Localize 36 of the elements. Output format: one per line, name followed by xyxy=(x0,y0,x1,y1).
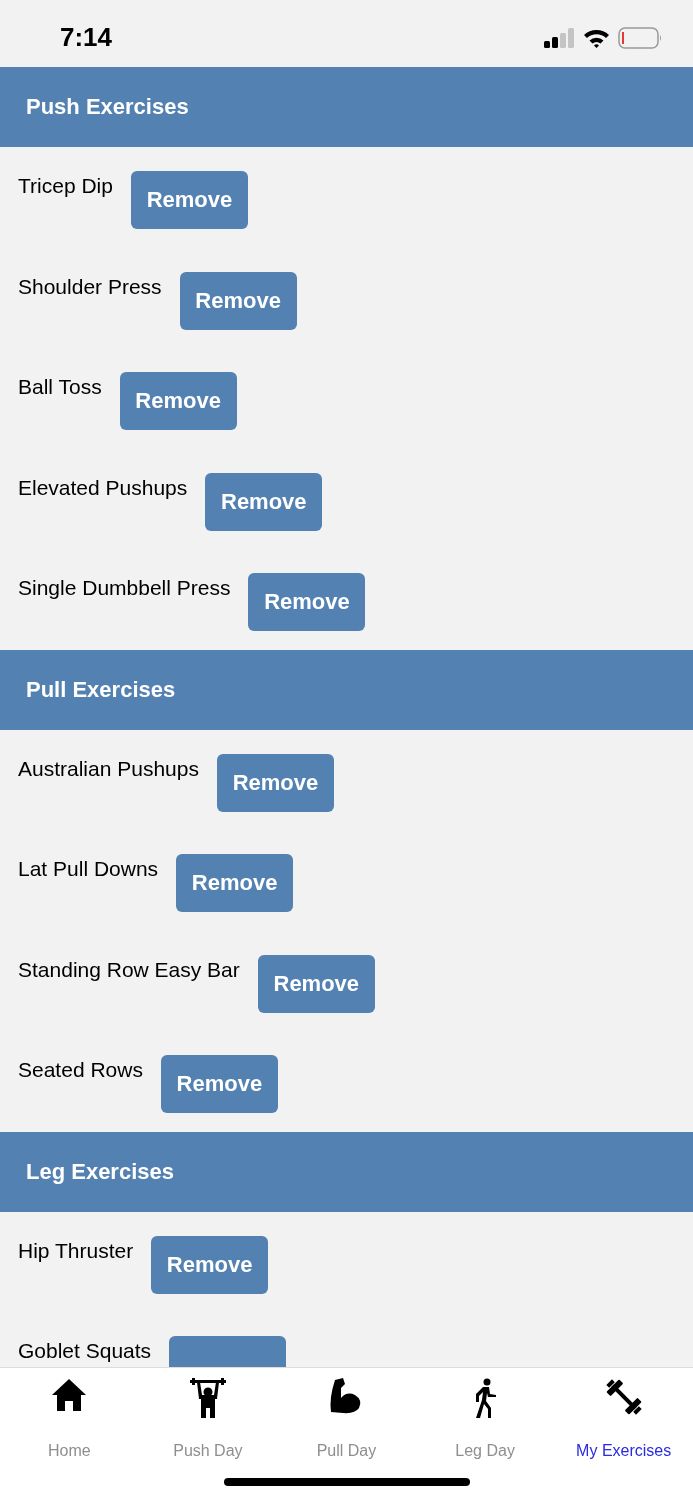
tab[interactable]: Leg Day xyxy=(415,1368,555,1460)
tab[interactable]: Pull Day xyxy=(277,1368,416,1460)
exercise-name: Elevated Pushups xyxy=(18,475,188,500)
tab[interactable]: My Exercises xyxy=(554,1368,693,1460)
exercise-name: Shoulder Press xyxy=(18,274,162,299)
exercise-name: Standing Row Easy Bar xyxy=(18,957,240,982)
remove-button[interactable]: Remove xyxy=(119,372,237,430)
home-icon xyxy=(51,1378,88,1412)
exercise-name: Lat Pull Downs xyxy=(18,857,159,881)
wifi-icon xyxy=(583,27,610,48)
exercise-name: Hip Thruster xyxy=(18,1238,134,1263)
exercise-name: Seated Rows xyxy=(18,1058,143,1082)
remove-button[interactable]: Remove xyxy=(176,854,294,912)
signal-icon xyxy=(544,27,575,48)
exercise-name: Tricep Dip xyxy=(18,174,113,198)
remove-button[interactable]: Remove xyxy=(248,573,366,631)
remove-button[interactable]: Remove xyxy=(151,1235,269,1294)
weightlifter-icon xyxy=(189,1378,226,1418)
status-time: 7:14 xyxy=(60,21,113,53)
section-header: Push Exercises xyxy=(0,67,693,147)
remove-button[interactable]: Remove xyxy=(179,271,297,330)
exercise-name: Goblet Squats xyxy=(18,1339,152,1363)
remove-button[interactable]: Remove xyxy=(205,472,323,531)
section-header: Pull Exercises xyxy=(0,649,693,730)
exercise-name: Ball Toss xyxy=(18,375,102,399)
dumbbell-icon xyxy=(604,1378,643,1416)
battery-icon xyxy=(618,26,663,49)
exercise-name: Single Dumbbell Press xyxy=(18,576,231,600)
remove-button[interactable]: Remove xyxy=(130,171,248,229)
remove-button[interactable]: Remove xyxy=(257,954,375,1013)
tab[interactable]: Home xyxy=(0,1368,139,1460)
remove-button[interactable]: Remove xyxy=(160,1055,278,1113)
exercise-name: Australian Pushups xyxy=(18,756,199,781)
remove-button[interactable]: Remove xyxy=(216,753,334,812)
section-header: Leg Exercises xyxy=(0,1131,693,1212)
tab[interactable]: Push Day xyxy=(138,1368,278,1460)
